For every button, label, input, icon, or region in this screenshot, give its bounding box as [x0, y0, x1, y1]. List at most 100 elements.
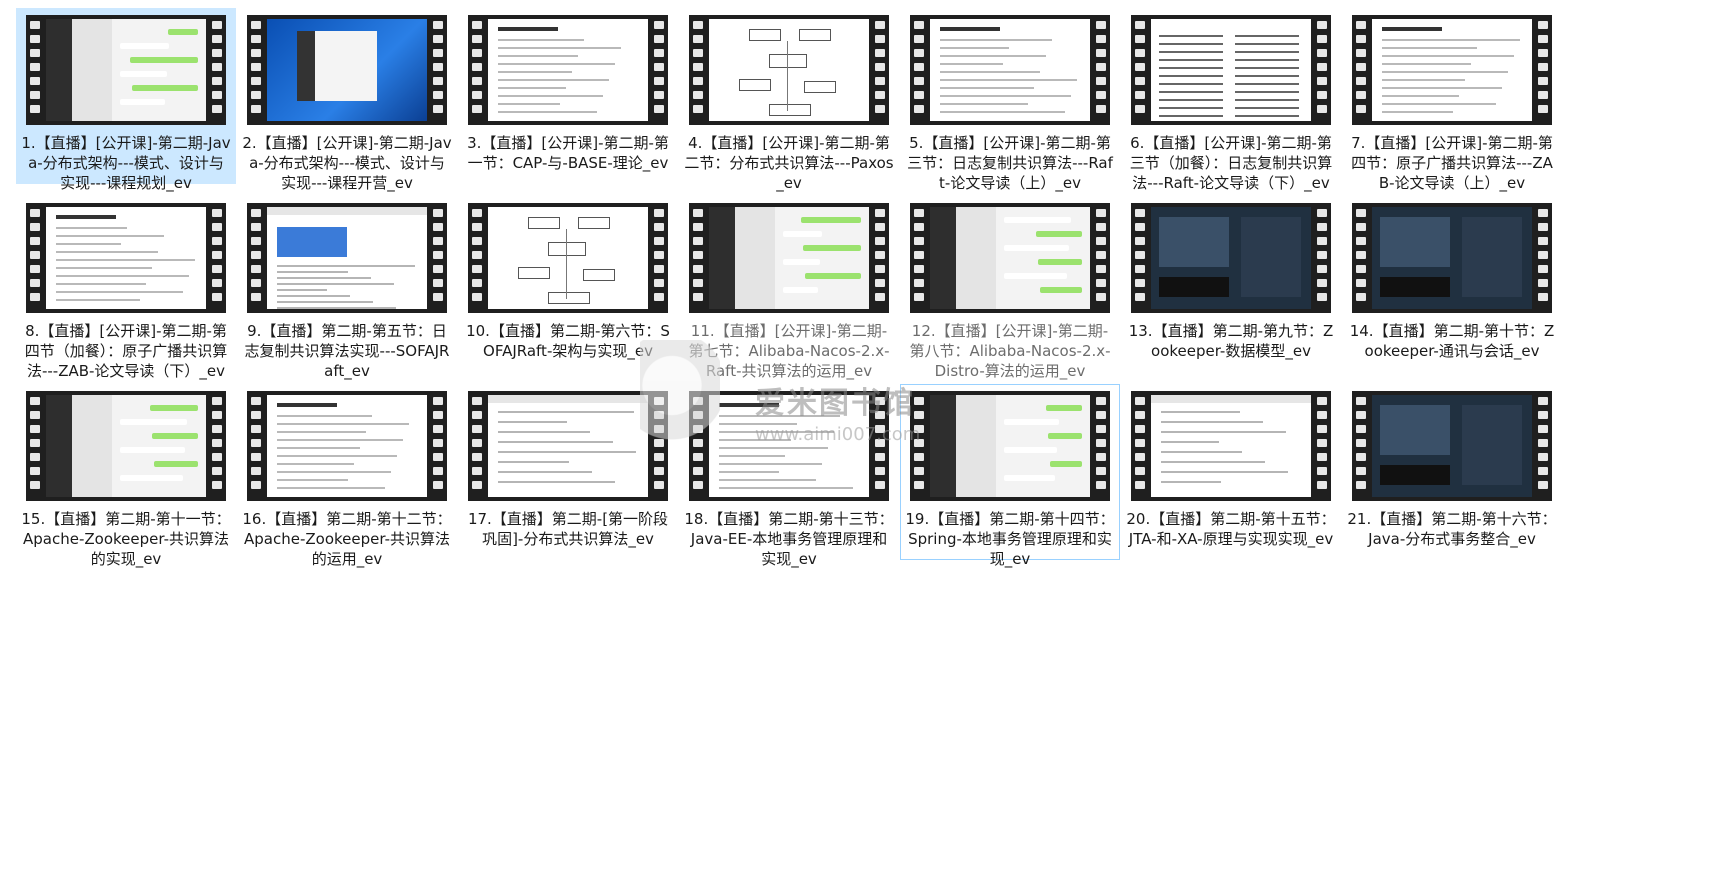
file-name-label: 2.【直播】[公开课]-第二期-Java-分布式架构---模式、设计与实现---… — [242, 134, 452, 192]
video-thumbnail — [1352, 391, 1552, 501]
file-name-label: 3.【直播】[公开课]-第二期-第一节：CAP-与-BASE-理论_ev — [467, 134, 669, 172]
video-thumbnail — [1131, 203, 1331, 313]
file-name-label: 9.【直播】第二期-第五节：日志复制共识算法实现---SOFAJRaft_ev — [244, 322, 450, 380]
file-name-label: 14.【直播】第二期-第十节：Zookeeper-通讯与会话_ev — [1349, 322, 1555, 360]
film-sprocket-holes — [208, 203, 226, 313]
video-file-item[interactable]: 16.【直播】第二期-第十二节：Apache-Zookeeper-共识算法的运用… — [237, 384, 457, 568]
video-file-item[interactable]: 6.【直播】[公开课]-第二期-第三节（加餐）：日志复制共识算法---Raft-… — [1121, 8, 1341, 192]
film-sprocket-holes — [871, 203, 889, 313]
video-thumbnail — [689, 391, 889, 501]
video-frame-chat — [46, 19, 206, 121]
film-sprocket-holes — [1131, 15, 1149, 125]
video-thumbnail — [26, 203, 226, 313]
file-name-label: 5.【直播】[公开课]-第二期-第三节：日志复制共识算法---Raft-论文导读… — [907, 134, 1113, 192]
video-file-item[interactable]: 21.【直播】第二期-第十六节：Java-分布式事务整合_ev — [1342, 384, 1562, 560]
film-sprocket-holes — [429, 203, 447, 313]
film-sprocket-holes — [1131, 203, 1149, 313]
video-frame-doc — [930, 19, 1090, 121]
video-file-item[interactable]: 11.【直播】[公开课]-第二期-第七节：Alibaba-Nacos-2.x-R… — [679, 196, 899, 380]
film-sprocket-holes — [910, 391, 928, 501]
video-frame-web — [267, 207, 427, 309]
video-file-item[interactable]: 15.【直播】第二期-第十一节：Apache-Zookeeper-共识算法的实现… — [16, 384, 236, 568]
video-file-item[interactable]: 8.【直播】[公开课]-第二期-第四节（加餐）：原子广播共识算法---ZAB-论… — [16, 196, 236, 380]
file-name-label: 8.【直播】[公开课]-第二期-第四节（加餐）：原子广播共识算法---ZAB-论… — [24, 322, 228, 380]
film-sprocket-holes — [650, 203, 668, 313]
file-name-label: 6.【直播】[公开课]-第二期-第三节（加餐）：日志复制共识算法---Raft-… — [1129, 134, 1333, 192]
video-frame-paper — [1151, 19, 1311, 121]
video-frame-desk — [267, 19, 427, 121]
film-sprocket-holes — [1313, 15, 1331, 125]
video-file-item[interactable]: 17.【直播】第二期-[第一阶段巩固]-分布式共识算法_ev — [458, 384, 678, 560]
film-sprocket-holes — [208, 391, 226, 501]
video-file-item[interactable]: 19.【直播】第二期-第十四节：Spring-本地事务管理原理和实现_ev — [900, 384, 1120, 568]
film-sprocket-holes — [1352, 203, 1370, 313]
video-thumbnail — [1352, 15, 1552, 125]
film-sprocket-holes — [871, 391, 889, 501]
video-thumbnail — [26, 391, 226, 501]
file-name-label: 12.【直播】[公开课]-第二期-第八节：Alibaba-Nacos-2.x-D… — [909, 322, 1111, 380]
file-name-label: 21.【直播】第二期-第十六节：Java-分布式事务整合_ev — [1347, 510, 1557, 548]
video-frame-chat — [46, 395, 206, 497]
film-sprocket-holes — [1313, 391, 1331, 501]
film-sprocket-holes — [1352, 15, 1370, 125]
video-thumbnail — [468, 15, 668, 125]
film-sprocket-holes — [1092, 15, 1110, 125]
video-thumbnail — [1352, 203, 1552, 313]
video-file-item[interactable]: 4.【直播】[公开课]-第二期-第二节：分布式共识算法---Paxos_ev — [679, 8, 899, 192]
video-thumbnail — [689, 15, 889, 125]
video-file-item[interactable]: 20.【直播】第二期-第十五节：JTA-和-XA-原理与实现实现_ev — [1121, 384, 1341, 560]
file-name-label: 18.【直播】第二期-第十三节：Java-EE-本地事务管理原理和实现_ev — [684, 510, 894, 568]
film-sprocket-holes — [1534, 391, 1552, 501]
film-sprocket-holes — [650, 15, 668, 125]
video-thumbnail — [910, 391, 1110, 501]
file-name-label: 4.【直播】[公开课]-第二期-第二节：分布式共识算法---Paxos_ev — [684, 134, 894, 192]
file-name-label: 1.【直播】[公开课]-第二期-Java-分布式架构---模式、设计与实现---… — [21, 134, 231, 192]
video-thumbnail — [247, 203, 447, 313]
film-sprocket-holes — [429, 15, 447, 125]
video-file-item[interactable]: 13.【直播】第二期-第九节：Zookeeper-数据模型_ev — [1121, 196, 1341, 372]
video-frame-doc — [1372, 19, 1532, 121]
film-sprocket-holes — [468, 391, 486, 501]
film-sprocket-holes — [1092, 203, 1110, 313]
video-frame-web — [488, 395, 648, 497]
video-thumbnail — [247, 15, 447, 125]
video-file-item[interactable]: 9.【直播】第二期-第五节：日志复制共识算法实现---SOFAJRaft_ev — [237, 196, 457, 380]
file-name-label: 13.【直播】第二期-第九节：Zookeeper-数据模型_ev — [1128, 322, 1334, 360]
film-sprocket-holes — [689, 391, 707, 501]
film-sprocket-holes — [26, 391, 44, 501]
film-sprocket-holes — [689, 203, 707, 313]
film-sprocket-holes — [429, 391, 447, 501]
film-sprocket-holes — [689, 15, 707, 125]
film-sprocket-holes — [910, 203, 928, 313]
video-file-item[interactable]: 7.【直播】[公开课]-第二期-第四节：原子广播共识算法---ZAB-论文导读（… — [1342, 8, 1562, 192]
file-name-label: 17.【直播】第二期-[第一阶段巩固]-分布式共识算法_ev — [467, 510, 669, 548]
video-thumbnail — [247, 391, 447, 501]
film-sprocket-holes — [26, 203, 44, 313]
video-file-item[interactable]: 1.【直播】[公开课]-第二期-Java-分布式架构---模式、设计与实现---… — [16, 8, 236, 192]
video-frame-chat — [930, 395, 1090, 497]
video-file-item[interactable]: 12.【直播】[公开课]-第二期-第八节：Alibaba-Nacos-2.x-D… — [900, 196, 1120, 380]
video-file-item[interactable]: 2.【直播】[公开课]-第二期-Java-分布式架构---模式、设计与实现---… — [237, 8, 457, 192]
film-sprocket-holes — [1534, 203, 1552, 313]
video-file-item[interactable]: 5.【直播】[公开课]-第二期-第三节：日志复制共识算法---Raft-论文导读… — [900, 8, 1120, 192]
video-frame-doc — [709, 395, 869, 497]
file-name-label: 20.【直播】第二期-第十五节：JTA-和-XA-原理与实现实现_ev — [1126, 510, 1336, 548]
video-thumbnail — [468, 391, 668, 501]
video-thumbnail — [1131, 391, 1331, 501]
video-frame-web — [1151, 395, 1311, 497]
file-name-label: 15.【直播】第二期-第十一节：Apache-Zookeeper-共识算法的实现… — [21, 510, 231, 568]
video-frame-dark — [1372, 395, 1532, 497]
video-file-item[interactable]: 18.【直播】第二期-第十三节：Java-EE-本地事务管理原理和实现_ev — [679, 384, 899, 568]
video-file-item[interactable]: 3.【直播】[公开课]-第二期-第一节：CAP-与-BASE-理论_ev — [458, 8, 678, 184]
film-sprocket-holes — [1131, 391, 1149, 501]
video-thumbnail — [910, 203, 1110, 313]
video-frame-diag — [709, 19, 869, 121]
video-file-item[interactable]: 14.【直播】第二期-第十节：Zookeeper-通讯与会话_ev — [1342, 196, 1562, 372]
video-thumbnail — [910, 15, 1110, 125]
film-sprocket-holes — [468, 203, 486, 313]
file-name-label: 16.【直播】第二期-第十二节：Apache-Zookeeper-共识算法的运用… — [242, 510, 452, 568]
video-thumbnail — [689, 203, 889, 313]
video-thumbnail — [1131, 15, 1331, 125]
video-file-item[interactable]: 10.【直播】第二期-第六节：SOFAJRaft-架构与实现_ev — [458, 196, 678, 372]
file-name-label: 7.【直播】[公开课]-第二期-第四节：原子广播共识算法---ZAB-论文导读（… — [1351, 134, 1553, 192]
